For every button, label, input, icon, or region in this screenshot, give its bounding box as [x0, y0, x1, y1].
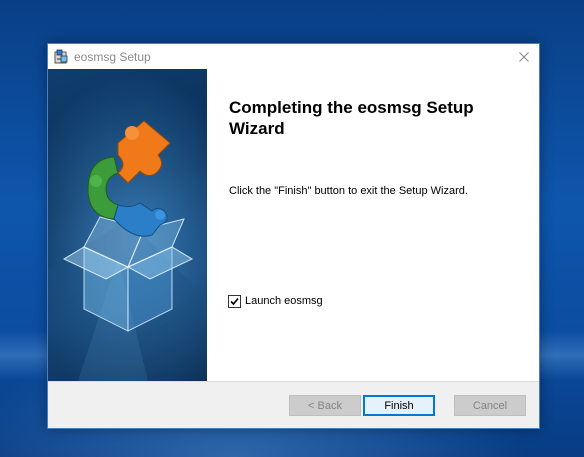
checkmark-icon	[230, 297, 239, 305]
launch-option-row[interactable]: Launch eosmsg	[228, 294, 323, 308]
installer-icon	[53, 49, 69, 65]
launch-checkbox-label[interactable]: Launch eosmsg	[245, 294, 323, 308]
finish-button[interactable]: Finish	[363, 395, 435, 416]
close-icon	[519, 52, 529, 62]
launch-checkbox[interactable]	[228, 294, 241, 308]
puzzle-box-logo	[48, 120, 207, 381]
cancel-button[interactable]: Cancel	[454, 395, 526, 416]
title-bar[interactable]: eosmsg Setup	[48, 44, 539, 70]
close-button[interactable]	[513, 46, 535, 68]
button-bar: < Back Finish Cancel	[48, 381, 539, 428]
setup-wizard-window: eosmsg Setup Completing the eosmsg Setup…	[47, 43, 540, 429]
back-button[interactable]: < Back	[289, 395, 361, 416]
page-title: Completing the eosmsg Setup Wizard	[229, 98, 474, 138]
wizard-banner-image	[48, 69, 207, 381]
instruction-text: Click the "Finish" button to exit the Se…	[229, 185, 468, 197]
window-title: eosmsg Setup	[74, 50, 151, 64]
